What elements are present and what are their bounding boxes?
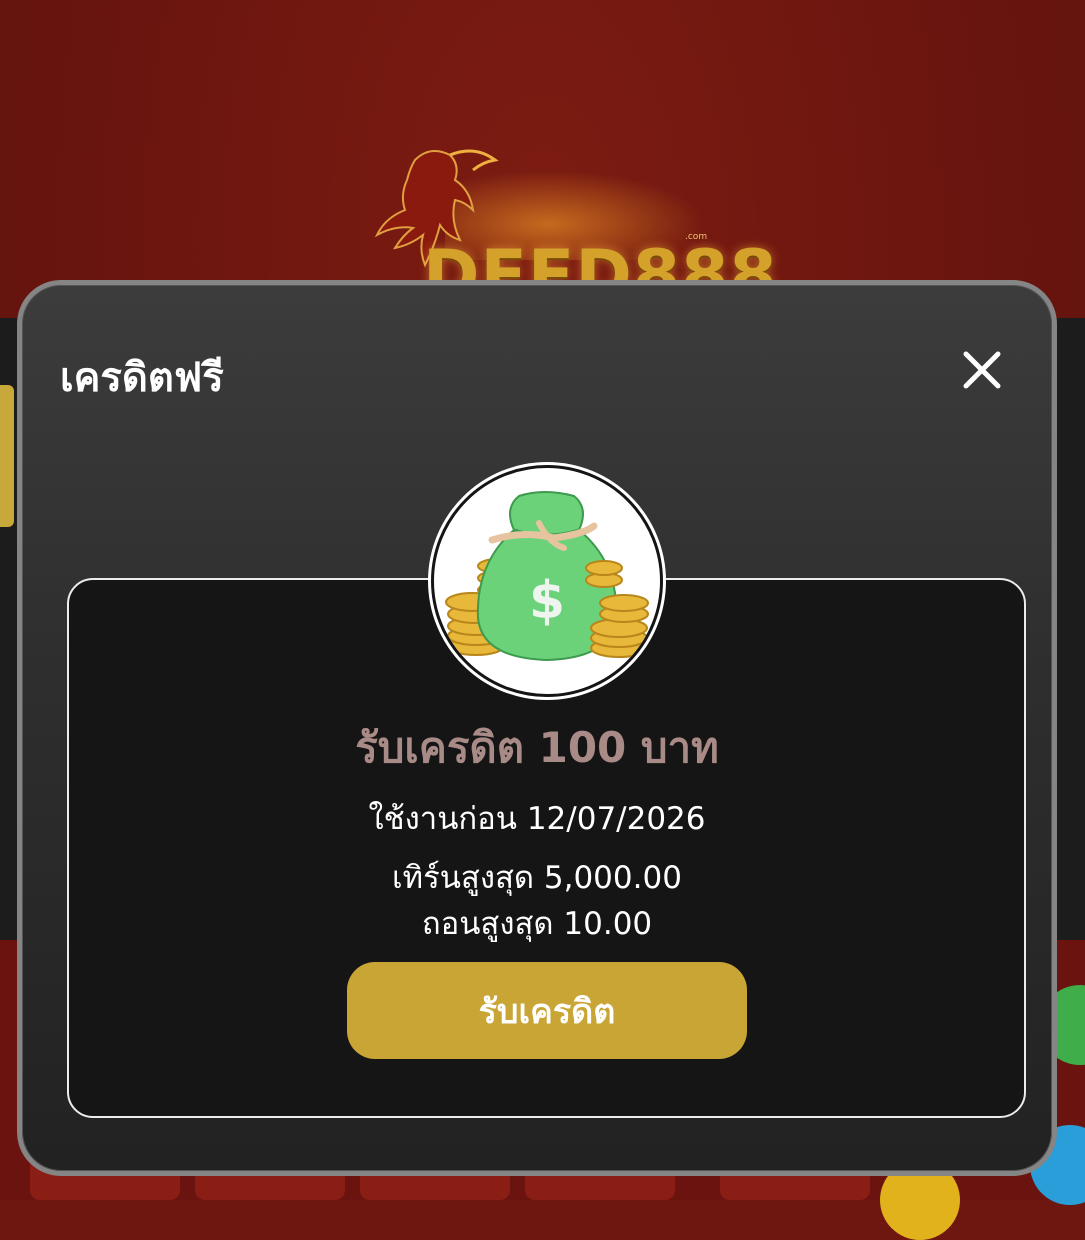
modal-title: เครดิตฟรี [60,355,224,401]
close-button[interactable] [957,345,1007,395]
background-side-tab [0,385,14,527]
max-turnover: เทิร์นสูงสุด 5,000.00 [392,860,682,896]
money-bag-icon: $ [445,491,649,662]
free-credit-modal: เครดิตฟรี $ รับเครดิต 100 บาท ใช้งานก่อน… [17,280,1057,1176]
reward-icon-container: $ [431,465,663,697]
use-before-date: ใช้งานก่อน 12/07/2026 [368,801,706,837]
close-icon [963,351,1001,389]
claim-credit-button[interactable]: รับเครดิต [347,962,747,1059]
svg-text:$: $ [529,571,565,631]
max-withdraw: ถอนสูงสุด 10.00 [421,906,653,942]
brand-logo: DEED888 .com [355,140,777,315]
credit-amount-title: รับเครดิต 100 บาท [355,723,719,772]
logo-suffix: .com [685,232,708,242]
